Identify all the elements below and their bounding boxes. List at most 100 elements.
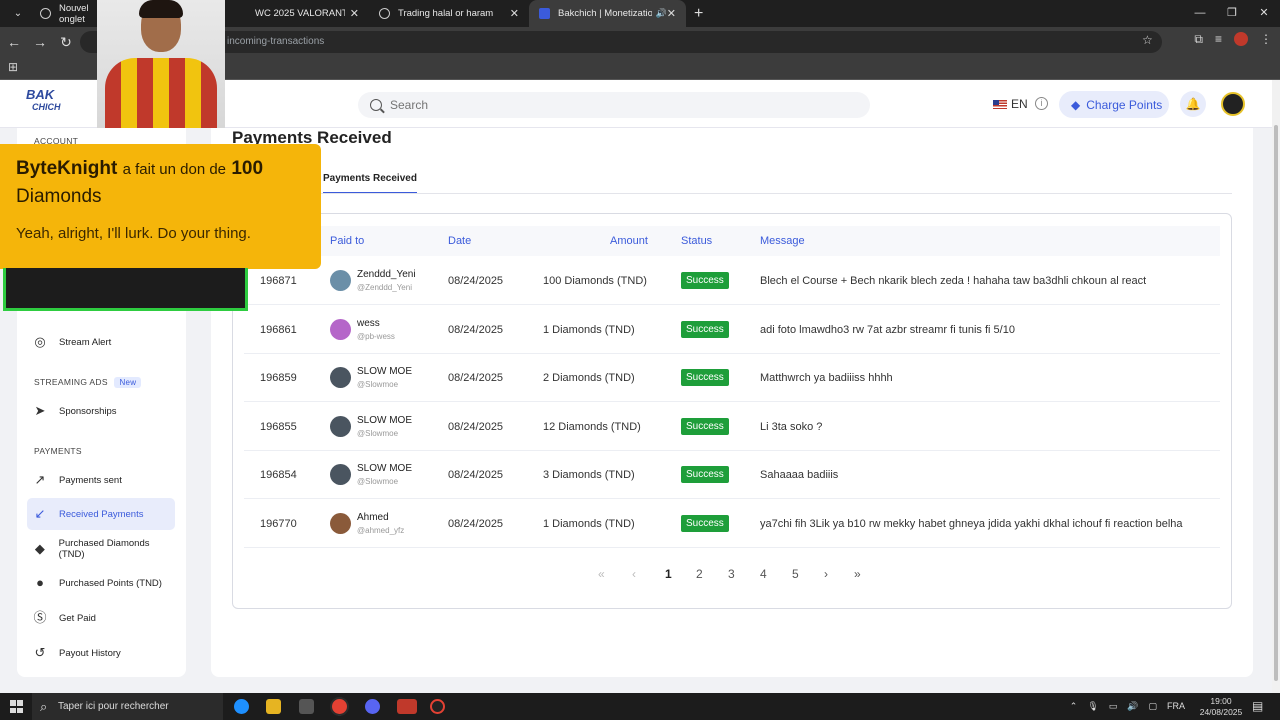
voicemeeter-icon[interactable]	[397, 699, 417, 714]
minimize-icon[interactable]: —	[1184, 0, 1216, 27]
browser-toolbar: ⧉ ≡ ⋮	[1194, 32, 1272, 47]
search-bar[interactable]	[358, 92, 870, 118]
transaction-date: 08/24/2025	[448, 420, 504, 433]
sidebar-item-payments-sent[interactable]: ↗ Payments sent	[27, 464, 175, 496]
apps-grid-icon[interactable]: ⊞	[8, 60, 18, 74]
sidebar-item-get-paid[interactable]: Ⓢ Get Paid	[27, 602, 175, 634]
page-1-button[interactable]: 1	[665, 567, 672, 581]
transaction-date: 08/24/2025	[448, 323, 504, 336]
payer-handle: @ahmed_yfz	[357, 526, 405, 535]
language-selector[interactable]: EN	[993, 97, 1028, 111]
avatar	[330, 415, 351, 437]
menu-icon[interactable]: ⋮	[1260, 32, 1272, 47]
sidebar-item-stream-alert[interactable]: ◎ Stream Alert	[27, 326, 175, 358]
sidebar-item-received-payments[interactable]: ↙ Received Payments	[27, 498, 175, 530]
tab-menu-icon[interactable]: ⌄	[6, 8, 30, 19]
payer-name[interactable]: SLOW MOE	[357, 463, 412, 474]
sidebar-item-purchased-diamonds[interactable]: ◆ Purchased Diamonds (TND)	[27, 533, 175, 565]
close-icon[interactable]: ✕	[510, 7, 519, 20]
chrome-icon[interactable]	[332, 699, 347, 714]
table-row	[244, 306, 1220, 354]
tab-trading[interactable]: Trading halal or haram ✕	[369, 0, 529, 27]
status-badge: Success	[681, 417, 729, 435]
search-input[interactable]	[390, 98, 830, 112]
charge-points-button[interactable]: ◆ Charge Points	[1059, 91, 1169, 118]
taskbar-clock[interactable]: 19:00 24/08/2025	[1198, 696, 1244, 718]
next-page-button[interactable]: ›	[824, 567, 828, 581]
page-4-button[interactable]: 4	[760, 567, 767, 581]
transaction-amount: 1 Diamonds (TND)	[543, 518, 635, 530]
table-row	[244, 451, 1220, 500]
bakchich-favicon-icon	[539, 8, 550, 19]
reload-icon[interactable]: ↻	[54, 34, 78, 51]
history-icon: ↺	[34, 645, 46, 660]
edge-icon[interactable]	[234, 699, 249, 714]
first-page-button[interactable]: «	[598, 567, 605, 581]
battery-icon[interactable]: ▢	[1148, 693, 1157, 720]
notifications-icon[interactable]: ▤	[1252, 699, 1263, 713]
close-icon[interactable]: ✕	[350, 7, 359, 20]
payer-name[interactable]: Zenddd_Yeni	[357, 269, 416, 280]
notification-bell-icon[interactable]: 🔔	[1180, 91, 1206, 117]
tab-bakchich[interactable]: Bakchich | Monetization for... 🔊 ✕	[529, 0, 686, 27]
table-row	[244, 354, 1220, 403]
payer-name[interactable]: Ahmed	[357, 512, 389, 523]
sidebar-item-purchased-points[interactable]: ● Purchased Points (TND)	[27, 567, 175, 599]
sidebar-item-payout-history[interactable]: ↺ Payout History	[27, 637, 175, 669]
transaction-date: 08/24/2025	[448, 518, 504, 530]
dollar-icon: Ⓢ	[33, 610, 47, 625]
network-icon[interactable]: ▭	[1109, 693, 1118, 720]
system-tray: ⌃ 🎙 ▭ 🔊 ▢ FRA	[1070, 693, 1185, 720]
keyboard-lang[interactable]: FRA	[1167, 693, 1185, 720]
webcam-overlay	[97, 0, 225, 128]
payer-handle: @Zenddd_Yeni	[357, 283, 412, 292]
status-badge: Success	[681, 272, 729, 289]
column-status: Status	[681, 235, 713, 247]
scrollbar-thumb[interactable]	[1274, 125, 1278, 681]
payer-name[interactable]: wess	[357, 318, 380, 329]
payer-name[interactable]: SLOW MOE	[357, 415, 412, 426]
last-page-button[interactable]: »	[854, 567, 861, 581]
back-icon[interactable]: ←	[2, 34, 26, 50]
payer-handle: @Slowmoe	[357, 477, 399, 487]
transaction-id: 196770	[260, 518, 297, 530]
sidebar-item-sponsorships[interactable]: ➤ Sponsorships	[27, 395, 175, 427]
mic-icon[interactable]: 🎙	[1087, 693, 1098, 720]
taskbar-search[interactable]: Taper ici pour rechercher	[32, 693, 223, 720]
tab-payments-received[interactable]: Payments Received	[323, 173, 417, 194]
bakchich-logo[interactable]: BAK CHICH	[26, 88, 62, 120]
user-avatar[interactable]	[1221, 92, 1245, 116]
store-icon[interactable]	[299, 699, 314, 714]
volume-icon[interactable]: 🔊	[1127, 693, 1138, 720]
new-tab-button[interactable]: +	[694, 5, 703, 23]
speaker-icon[interactable]: 🔊	[656, 8, 667, 19]
transaction-id: 196854	[260, 469, 297, 482]
tab-valorant[interactable]: WC 2025 VALORANT | la... ✕	[255, 0, 369, 27]
discord-icon[interactable]	[365, 699, 380, 714]
info-icon[interactable]: i	[1035, 97, 1048, 110]
file-explorer-icon[interactable]	[266, 699, 281, 714]
restore-icon[interactable]: ❐	[1216, 0, 1248, 27]
prev-page-button[interactable]: ‹	[632, 567, 636, 581]
page-3-button[interactable]: 3	[728, 567, 735, 581]
page-scrollbar[interactable]	[1272, 80, 1280, 693]
obs-icon[interactable]	[430, 699, 445, 714]
status-badge: Success	[681, 320, 729, 338]
url-field[interactable]: incoming-transactions	[80, 31, 1162, 53]
windows-start-icon[interactable]	[10, 700, 23, 713]
transaction-amount: 100 Diamonds (TND)	[543, 275, 647, 287]
chevron-up-icon[interactable]: ⌃	[1070, 693, 1078, 720]
transaction-date: 08/24/2025	[448, 372, 504, 385]
forward-icon[interactable]: →	[28, 34, 52, 50]
coin-icon: ●	[36, 575, 44, 590]
close-icon[interactable]: ✕	[667, 7, 676, 20]
media-icon[interactable]: ≡	[1215, 32, 1222, 47]
page-2-button[interactable]: 2	[696, 567, 703, 581]
payer-name[interactable]: SLOW MOE	[357, 366, 412, 377]
bookmark-star-icon[interactable]: ☆	[1142, 33, 1153, 47]
close-window-icon[interactable]: ✕	[1248, 0, 1280, 27]
extensions-icon[interactable]: ⧉	[1194, 32, 1203, 47]
profile-avatar[interactable]	[1234, 32, 1248, 46]
tab-divider	[232, 193, 1232, 194]
page-5-button[interactable]: 5	[792, 567, 799, 581]
